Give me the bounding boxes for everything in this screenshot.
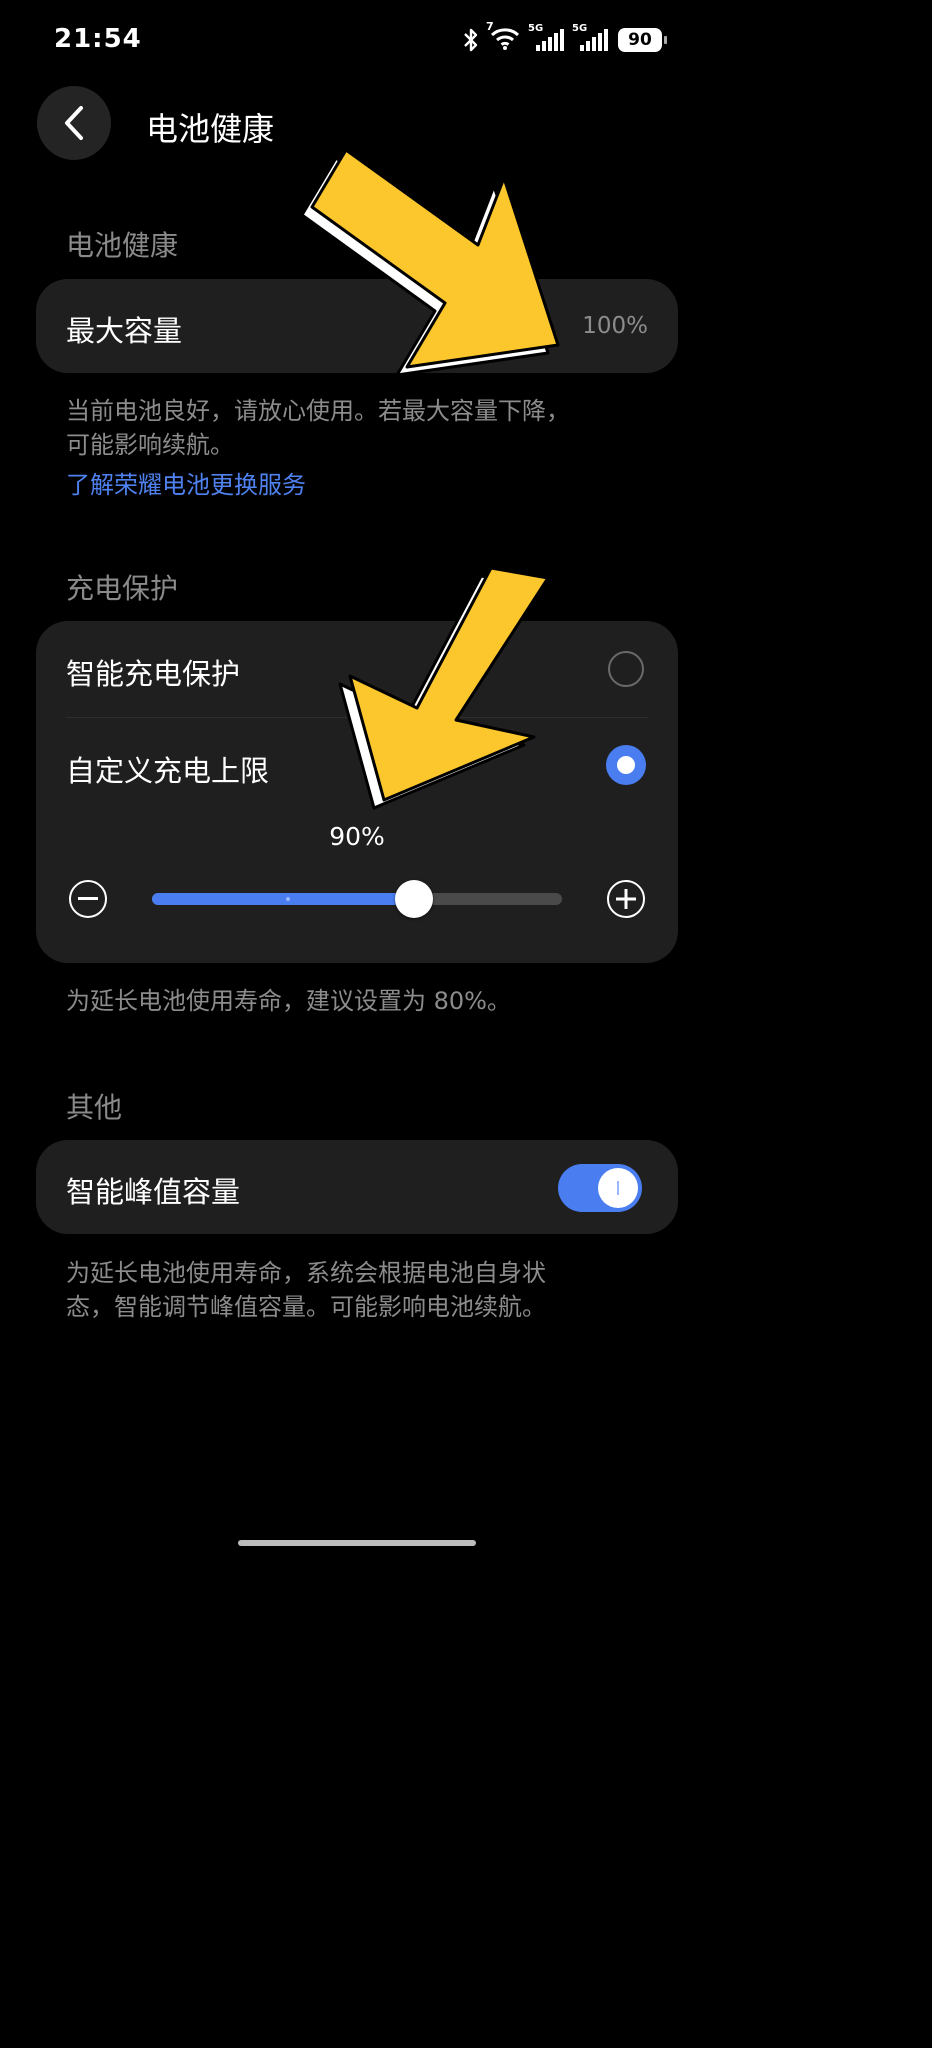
max-capacity-row[interactable]: 最大容量 100% bbox=[36, 279, 678, 373]
charge-limit-value: 90% bbox=[329, 822, 385, 851]
battery-level: 90 bbox=[628, 30, 652, 50]
increase-button[interactable] bbox=[607, 880, 645, 918]
sim1-label: 5G bbox=[528, 23, 544, 34]
section-title-other: 其他 bbox=[66, 1091, 123, 1124]
page-title: 电池健康 bbox=[146, 110, 275, 148]
max-capacity-label: 最大容量 bbox=[66, 314, 183, 348]
battery-health-desc-1: 当前电池良好，请放心使用。若最大容量下降， bbox=[66, 397, 570, 425]
battery-health-desc-2: 可能影响续航。 bbox=[66, 431, 234, 459]
battery-replacement-link[interactable]: 了解荣耀电池更换服务 bbox=[66, 465, 306, 500]
max-capacity-value: 100% bbox=[582, 313, 648, 339]
section-title-battery-health: 电池健康 bbox=[66, 229, 179, 262]
home-indicator[interactable] bbox=[238, 1540, 476, 1546]
bluetooth-icon bbox=[464, 28, 478, 52]
smart-peak-capacity-toggle[interactable] bbox=[558, 1164, 642, 1212]
toggle-knob bbox=[598, 1168, 638, 1208]
wifi-badge: 7 bbox=[486, 20, 494, 33]
signal-icon: 5G bbox=[572, 23, 608, 51]
other-desc-2: 态，智能调节峰值容量。可能影响电池续航。 bbox=[66, 1293, 546, 1321]
slider-tick bbox=[286, 897, 290, 901]
wifi-icon: 7 bbox=[486, 20, 520, 54]
custom-charge-limit-radio[interactable] bbox=[606, 745, 646, 785]
minus-icon bbox=[78, 897, 98, 900]
section-title-charge-protection: 充电保护 bbox=[66, 572, 179, 605]
smart-charge-protection-radio[interactable] bbox=[608, 651, 644, 687]
charge-protection-desc: 为延长电池使用寿命，建议设置为 80%。 bbox=[66, 987, 511, 1015]
charge-limit-slider[interactable] bbox=[152, 893, 562, 905]
sim2-label: 5G bbox=[572, 23, 588, 34]
battery-icon: 90 bbox=[618, 28, 667, 52]
smart-charge-protection-label: 智能充电保护 bbox=[66, 657, 241, 691]
plus-icon bbox=[616, 889, 636, 909]
custom-charge-limit-label: 自定义充电上限 bbox=[66, 754, 270, 788]
back-button[interactable] bbox=[37, 86, 111, 160]
chevron-left-icon bbox=[65, 106, 83, 140]
status-icons: 7 5G 5G 90 bbox=[462, 20, 667, 54]
custom-charge-limit-option[interactable]: 自定义充电上限 bbox=[36, 718, 678, 814]
signal-icon: 5G bbox=[528, 23, 564, 51]
smart-peak-capacity-label: 智能峰值容量 bbox=[66, 1175, 241, 1209]
status-time: 21:54 bbox=[54, 24, 142, 54]
smart-charge-protection-option[interactable]: 智能充电保护 bbox=[36, 621, 678, 717]
slider-fill bbox=[152, 893, 415, 905]
other-desc-1: 为延长电池使用寿命，系统会根据电池自身状 bbox=[66, 1259, 546, 1287]
decrease-button[interactable] bbox=[69, 880, 107, 918]
charge-protection-card: 智能充电保护 自定义充电上限 90% bbox=[36, 621, 678, 963]
